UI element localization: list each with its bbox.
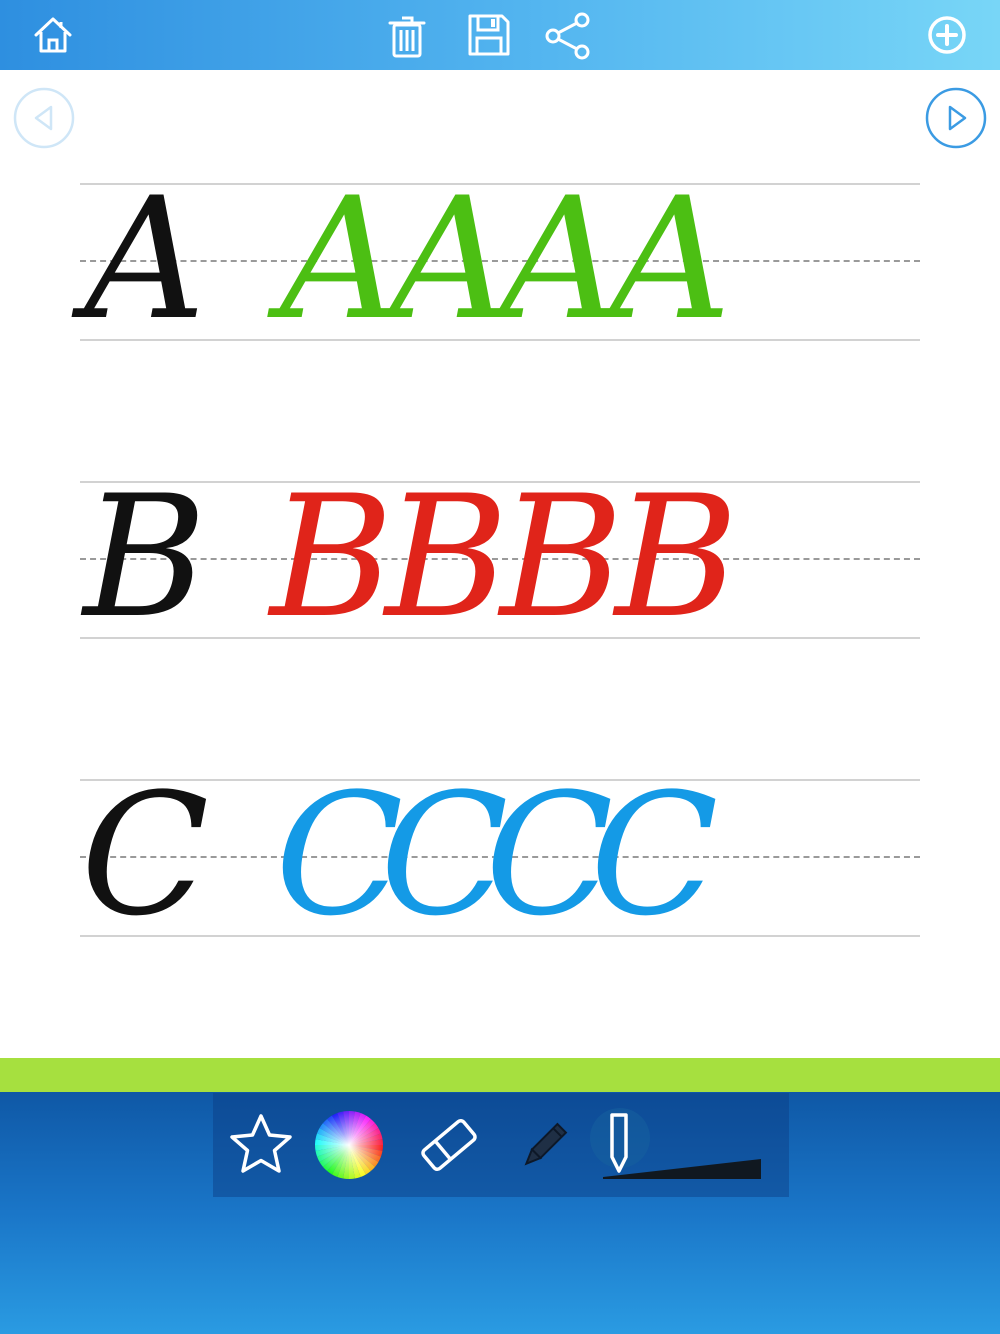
practice-row-c: C C C C C bbox=[80, 765, 920, 945]
traced-letter: C bbox=[275, 757, 404, 953]
traced-letter: B bbox=[615, 459, 739, 655]
tool-panel bbox=[213, 1093, 789, 1197]
top-toolbar bbox=[0, 0, 1000, 70]
color-picker-button[interactable] bbox=[313, 1109, 385, 1181]
model-letter: C bbox=[80, 757, 210, 953]
next-page-icon bbox=[925, 87, 987, 149]
traced-letter: C bbox=[485, 757, 614, 953]
pencil-icon bbox=[524, 1122, 568, 1166]
home-icon bbox=[34, 17, 72, 53]
traced-letter: B bbox=[500, 459, 624, 655]
traced-letter: B bbox=[385, 459, 509, 655]
save-button[interactable] bbox=[464, 10, 514, 60]
color-wheel-icon bbox=[315, 1111, 383, 1179]
traced-letter: A bbox=[390, 161, 512, 357]
trash-icon bbox=[388, 16, 426, 58]
drawing-canvas[interactable]: A A A A A B B B B B C C C C C bbox=[0, 150, 1000, 1055]
add-page-button[interactable] bbox=[922, 10, 972, 60]
stroke-width-slider[interactable] bbox=[599, 1153, 765, 1183]
previous-page-icon bbox=[13, 87, 75, 149]
pencil-button[interactable] bbox=[513, 1115, 575, 1177]
traced-letter: B bbox=[270, 459, 394, 655]
accent-strip bbox=[0, 1058, 1000, 1092]
home-button[interactable] bbox=[28, 10, 78, 60]
next-page-button[interactable] bbox=[925, 87, 987, 149]
stickers-button[interactable] bbox=[227, 1111, 295, 1179]
traced-letter: A bbox=[500, 161, 622, 357]
eraser-icon bbox=[421, 1118, 477, 1172]
practice-row-a: A A A A A bbox=[80, 169, 920, 349]
eraser-button[interactable] bbox=[413, 1113, 485, 1177]
practice-row-b: B B B B B bbox=[80, 467, 920, 647]
save-icon bbox=[468, 14, 510, 56]
share-icon bbox=[545, 12, 590, 60]
star-icon bbox=[230, 1114, 292, 1173]
traced-letter: A bbox=[610, 161, 732, 357]
traced-letter: C bbox=[590, 757, 719, 953]
previous-page-button[interactable] bbox=[13, 87, 75, 149]
model-letter: B bbox=[83, 459, 207, 655]
add-icon bbox=[928, 16, 966, 54]
traced-letter: C bbox=[380, 757, 509, 953]
share-button[interactable] bbox=[543, 10, 593, 60]
traced-letter: A bbox=[280, 161, 402, 357]
model-letter: A bbox=[84, 161, 206, 357]
delete-button[interactable] bbox=[382, 10, 432, 60]
